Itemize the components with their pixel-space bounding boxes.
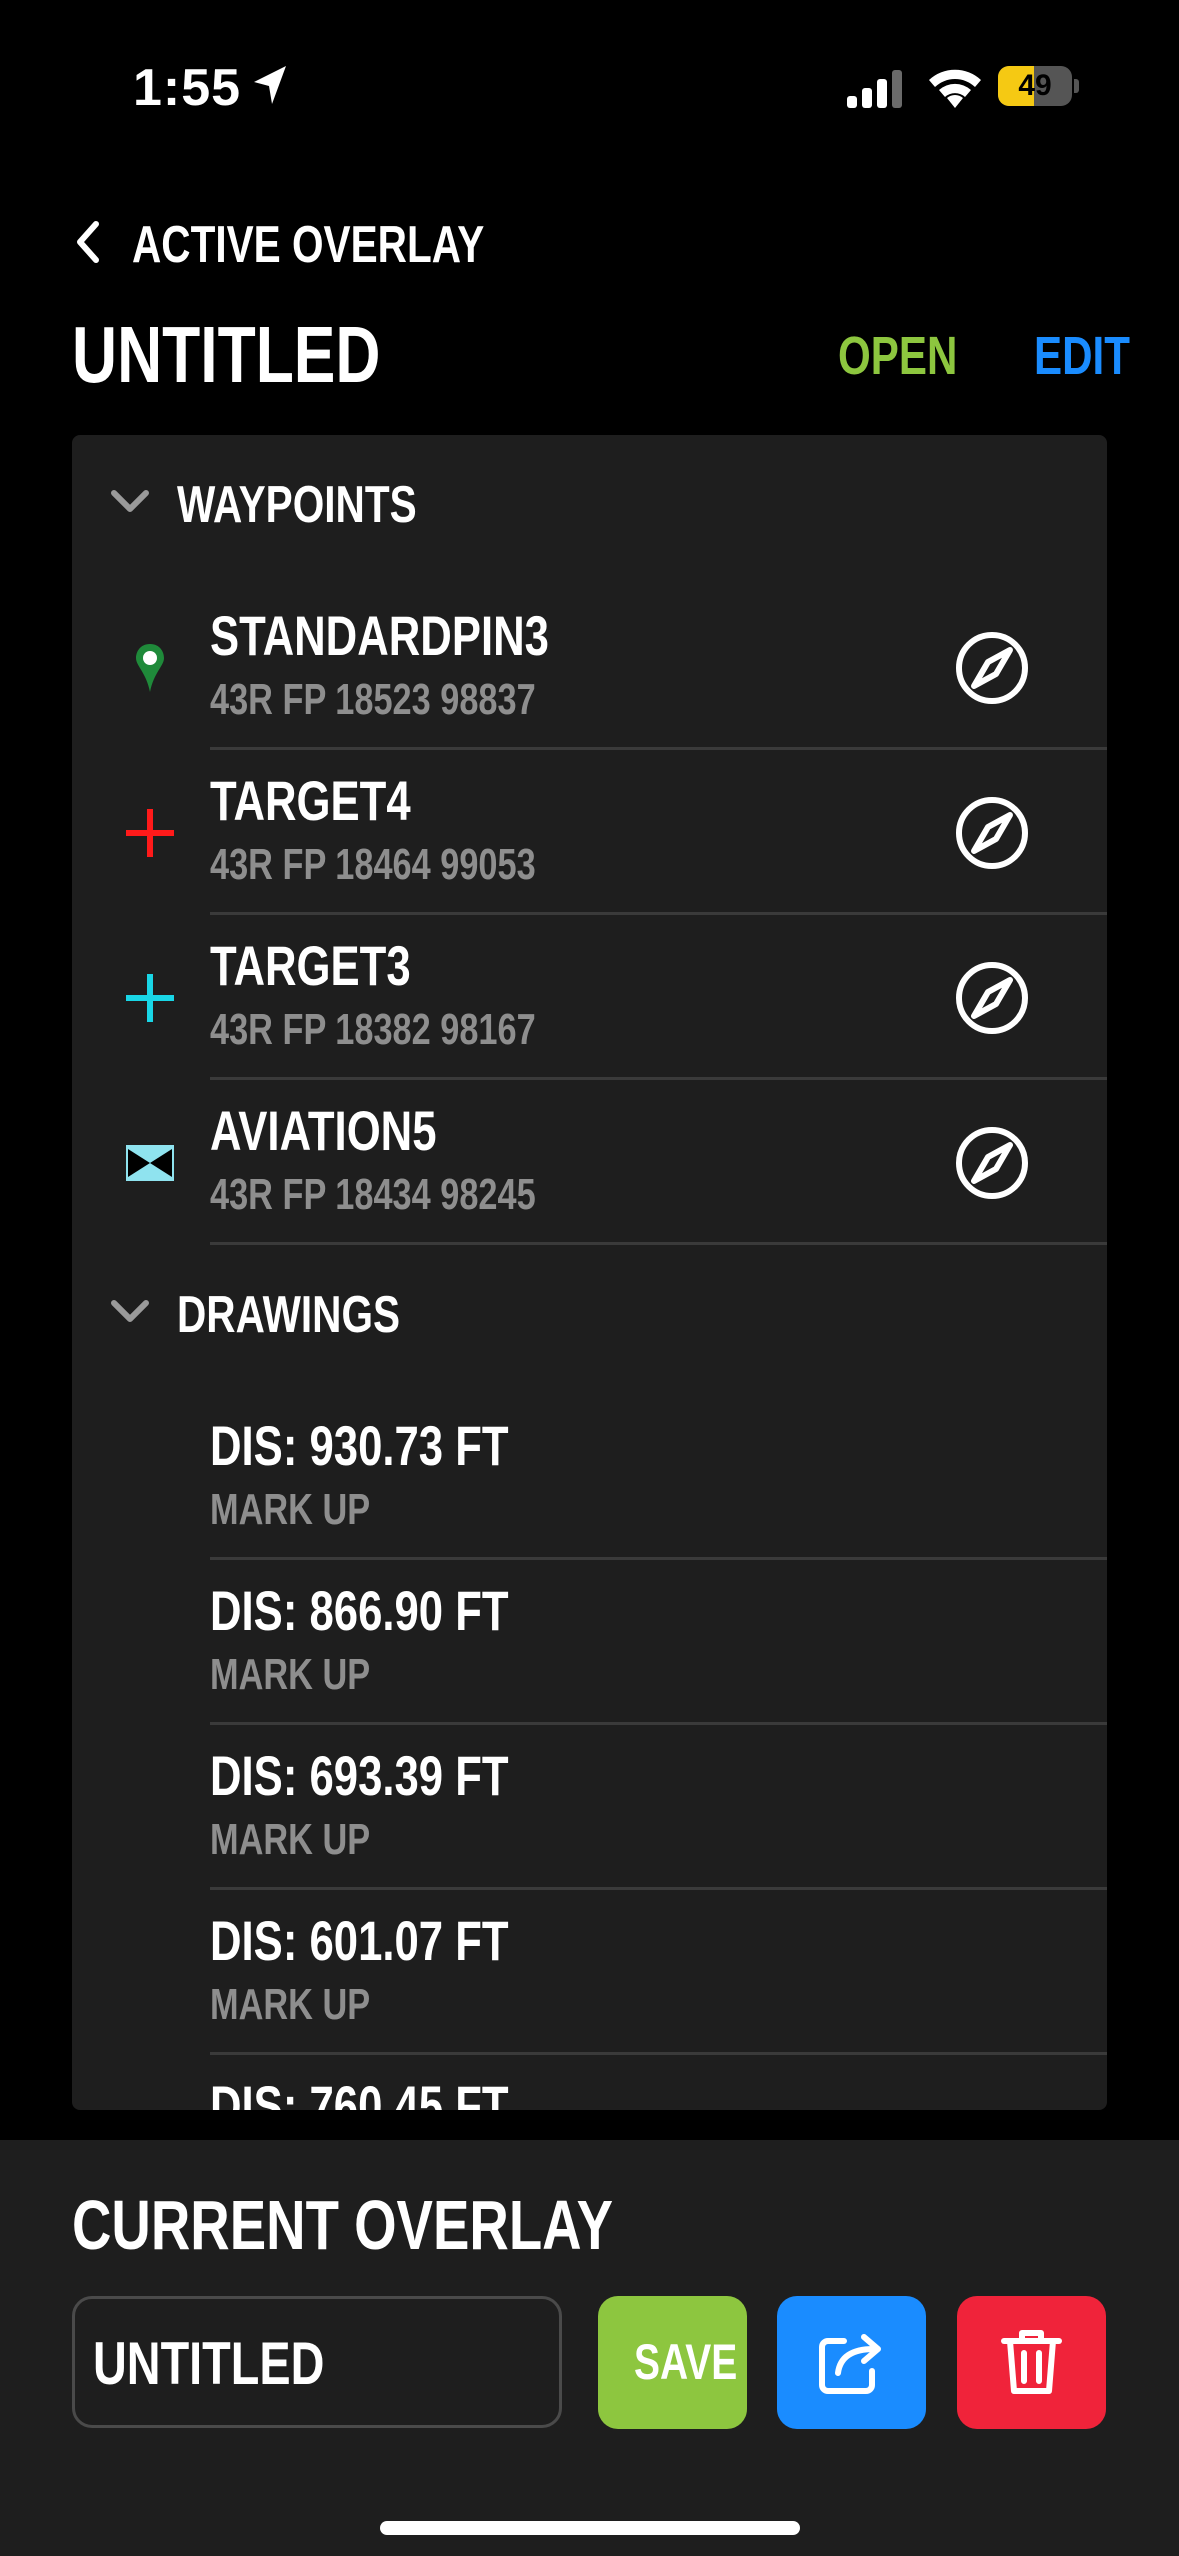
wifi-icon — [929, 69, 981, 108]
waypoint-coords: 43R FP 18434 98245 — [210, 1170, 536, 1219]
edit-button[interactable]: EDIT — [1034, 326, 1130, 386]
aviation-icon — [126, 1145, 174, 1181]
drawing-type: MARK UP — [210, 1650, 371, 1699]
waypoint-name: AVIATION5 — [210, 1099, 437, 1162]
overlay-name-value: UNTITLED — [93, 2330, 325, 2397]
drawing-type: MARK UP — [210, 1980, 371, 2029]
drawing-distance: DIS: 930.73 FT — [210, 1414, 509, 1477]
share-button[interactable] — [777, 2296, 926, 2429]
drawing-row[interactable]: DIS: 866.90 FT MARK UP — [72, 1560, 1107, 1725]
waypoints-section-header[interactable]: WAYPOINTS — [72, 465, 1107, 545]
status-time: 1:55 — [133, 59, 242, 117]
drawing-row[interactable]: DIS: 930.73 FT MARK UP — [72, 1395, 1107, 1560]
waypoint-row[interactable]: STANDARDPIN3 43R FP 18523 98837 — [72, 585, 1107, 750]
waypoint-coords: 43R FP 18464 99053 — [210, 840, 536, 889]
back-button[interactable]: ACTIVE OVERLAY — [132, 216, 484, 274]
location-arrow-icon — [254, 66, 286, 104]
trash-icon — [1001, 2330, 1062, 2394]
home-indicator[interactable] — [380, 2521, 800, 2535]
target-cross-icon — [126, 974, 174, 1022]
drawing-type: MARK UP — [210, 1485, 371, 1534]
waypoint-coords: 43R FP 18523 98837 — [210, 675, 536, 724]
overlay-items-list[interactable]: WAYPOINTS STANDARDPIN3 43R FP 18523 9883… — [72, 435, 1107, 2110]
drawing-row[interactable]: DIS: 760.45 FT — [72, 2055, 1107, 2111]
back-chevron-icon[interactable] — [72, 220, 102, 264]
drawing-distance: DIS: 601.07 FT — [210, 1909, 509, 1972]
status-bar: 1:55 49 — [0, 0, 1179, 170]
target-cross-icon — [126, 809, 174, 857]
compass-navigate-icon[interactable] — [952, 958, 1032, 1038]
save-button-label: SAVE — [634, 2334, 738, 2390]
chevron-down-icon — [111, 1300, 149, 1322]
waypoint-row[interactable]: TARGET4 43R FP 18464 99053 — [72, 750, 1107, 915]
waypoint-coords: 43R FP 18382 98167 — [210, 1005, 536, 1054]
cellular-signal-icon — [847, 70, 902, 108]
battery-indicator: 49 — [998, 66, 1079, 108]
drawing-row[interactable]: DIS: 601.07 FT MARK UP — [72, 1890, 1107, 2055]
waypoint-name: TARGET3 — [210, 934, 411, 997]
overlay-name-field[interactable]: UNTITLED — [72, 2296, 562, 2428]
compass-navigate-icon[interactable] — [952, 628, 1032, 708]
drawings-section-label: DRAWINGS — [177, 1286, 401, 1344]
standard-pin-icon — [136, 644, 164, 692]
waypoint-row[interactable]: TARGET3 43R FP 18382 98167 — [72, 915, 1107, 1080]
open-button[interactable]: OPEN — [838, 326, 957, 386]
waypoint-row[interactable]: AVIATION5 43R FP 18434 98245 — [72, 1080, 1107, 1245]
drawing-distance: DIS: 693.39 FT — [210, 1744, 509, 1807]
drawing-distance: DIS: 866.90 FT — [210, 1579, 509, 1642]
page-title: UNTITLED — [72, 310, 381, 399]
drawing-type: MARK UP — [210, 1815, 371, 1864]
save-button[interactable]: SAVE — [598, 2296, 747, 2429]
delete-button[interactable] — [957, 2296, 1106, 2429]
compass-navigate-icon[interactable] — [952, 1123, 1032, 1203]
chevron-down-icon — [111, 490, 149, 512]
current-overlay-label: CURRENT OVERLAY — [72, 2186, 614, 2264]
share-icon — [819, 2334, 881, 2394]
drawings-section-header[interactable]: DRAWINGS — [72, 1275, 1107, 1355]
waypoint-name: TARGET4 — [210, 769, 411, 832]
drawing-row[interactable]: DIS: 693.39 FT MARK UP — [72, 1725, 1107, 1890]
battery-level: 49 — [1018, 69, 1052, 102]
compass-navigate-icon[interactable] — [952, 793, 1032, 873]
waypoints-section-label: WAYPOINTS — [177, 476, 417, 534]
drawing-distance: DIS: 760.45 FT — [210, 2074, 509, 2111]
waypoint-name: STANDARDPIN3 — [210, 604, 549, 667]
